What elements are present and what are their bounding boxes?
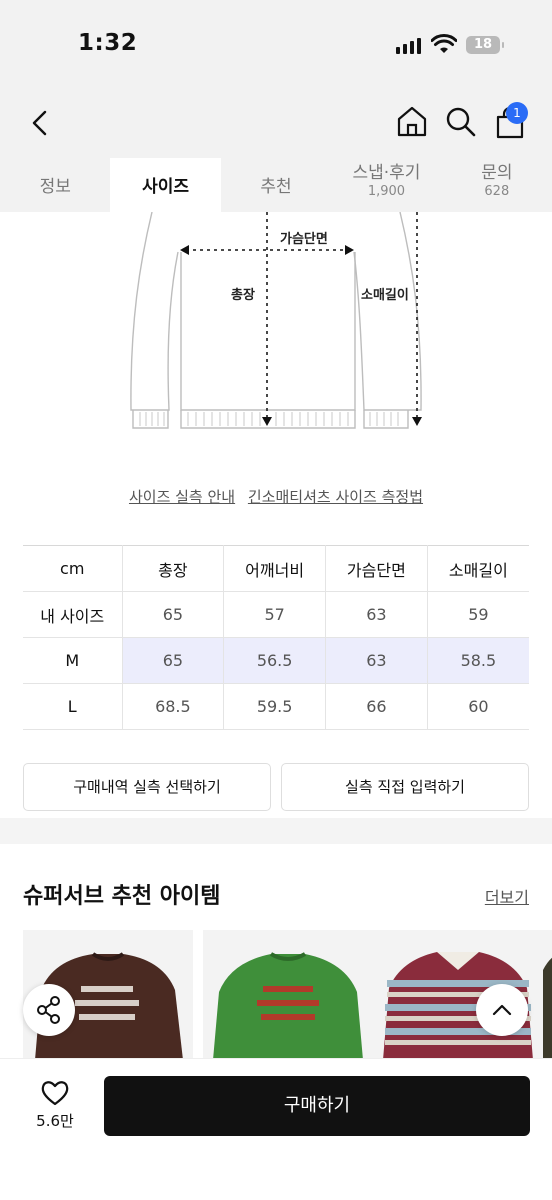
product-image bbox=[543, 957, 552, 1060]
row-label: L bbox=[23, 683, 123, 730]
table-header-row: cm 총장 어깨너비 가슴단면 소매길이 bbox=[23, 545, 529, 592]
table-cell: 58.5 bbox=[426, 637, 529, 684]
product-size-page: 1:32 18 1 정보 사이즈 추천 스냅·후기 1,900 문의 628 가… bbox=[0, 0, 552, 1200]
tab-info[interactable]: 정보 bbox=[0, 158, 110, 212]
table-row-m: M 65 56.5 63 58.5 bbox=[23, 637, 529, 684]
sleeve-label: 소매길이 bbox=[361, 288, 409, 303]
buy-button[interactable]: 구매하기 bbox=[104, 1076, 530, 1136]
chest-label: 가슴단면 bbox=[280, 232, 328, 247]
battery-icon: 18 bbox=[466, 36, 504, 54]
direct-input-button[interactable]: 실측 직접 입력하기 bbox=[281, 763, 529, 811]
status-time: 1:32 bbox=[78, 30, 138, 56]
table-cell: 63 bbox=[325, 591, 428, 638]
table-cell: 65 bbox=[121, 637, 225, 684]
tab-size[interactable]: 사이즈 bbox=[110, 158, 221, 212]
table-cell: 56.5 bbox=[223, 637, 326, 684]
tab-label: 문의 bbox=[481, 163, 513, 183]
back-icon[interactable] bbox=[26, 106, 54, 140]
size-table: cm 총장 어깨너비 가슴단면 소매길이 내 사이즈 65 57 63 59 M… bbox=[23, 545, 529, 730]
tab-label: 정보 bbox=[39, 177, 71, 197]
search-icon[interactable] bbox=[445, 104, 477, 138]
tab-inquiry[interactable]: 문의 628 bbox=[442, 158, 552, 212]
table-cell: 65 bbox=[121, 591, 225, 638]
cart-count-badge: 1 bbox=[506, 102, 528, 124]
more-link[interactable]: 더보기 bbox=[485, 884, 529, 908]
chevron-up-icon bbox=[492, 1004, 512, 1016]
header-cell: 어깨너비 bbox=[223, 545, 326, 592]
tab-count: 628 bbox=[484, 184, 510, 199]
row-label: M bbox=[23, 637, 123, 684]
size-guide-links: 사이즈 실측 안내 긴소매티셔츠 사이즈 측정법 bbox=[0, 486, 552, 507]
scroll-top-button[interactable] bbox=[476, 984, 528, 1036]
section-divider bbox=[0, 818, 552, 844]
tab-count: 1,900 bbox=[367, 184, 406, 199]
length-label: 총장 bbox=[231, 288, 255, 303]
measure-input-buttons: 구매내역 실측 선택하기 실측 직접 입력하기 bbox=[23, 763, 529, 811]
table-cell: 63 bbox=[325, 637, 428, 684]
size-diagram: 가슴단면 총장 소매길이 bbox=[0, 212, 552, 452]
table-cell: 68.5 bbox=[121, 683, 225, 730]
measure-method-link[interactable]: 긴소매티셔츠 사이즈 측정법 bbox=[248, 488, 423, 506]
table-row-l: L 68.5 59.5 66 60 bbox=[23, 683, 529, 730]
tab-label: 추천 bbox=[260, 177, 292, 197]
header-cell: 총장 bbox=[121, 545, 225, 592]
tab-snap-review[interactable]: 스냅·후기 1,900 bbox=[331, 158, 441, 212]
like-count: 5.6만 bbox=[36, 1112, 74, 1130]
shirt-outline-illustration bbox=[130, 212, 422, 429]
select-purchase-history-button[interactable]: 구매내역 실측 선택하기 bbox=[23, 763, 271, 811]
table-cell: 60 bbox=[426, 683, 529, 730]
tab-label: 사이즈 bbox=[142, 177, 190, 197]
tab-recommend[interactable]: 추천 bbox=[221, 158, 331, 212]
top-nav-bar: 1 bbox=[0, 90, 552, 158]
product-image bbox=[213, 952, 363, 1060]
cellular-signal-icon bbox=[396, 38, 421, 54]
share-icon bbox=[37, 996, 60, 1024]
recommend-product-carousel bbox=[23, 930, 552, 1060]
table-cell: 59.5 bbox=[223, 683, 326, 730]
status-bar: 1:32 18 bbox=[0, 0, 552, 90]
row-label: 내 사이즈 bbox=[23, 591, 123, 638]
home-icon[interactable] bbox=[396, 104, 428, 138]
header-cell: 가슴단면 bbox=[325, 545, 428, 592]
product-card[interactable] bbox=[543, 930, 552, 1060]
table-row-my-size: 내 사이즈 65 57 63 59 bbox=[23, 591, 529, 638]
share-button[interactable] bbox=[23, 984, 75, 1036]
recommend-section-title: 슈퍼서브 추천 아이템 bbox=[23, 884, 221, 909]
header-cell: cm bbox=[23, 545, 123, 592]
header-cell: 소매길이 bbox=[426, 545, 529, 592]
tab-label: 스냅·후기 bbox=[352, 163, 421, 183]
product-tabs: 정보 사이즈 추천 스냅·후기 1,900 문의 628 bbox=[0, 158, 552, 212]
wifi-icon bbox=[431, 34, 457, 53]
table-cell: 66 bbox=[325, 683, 428, 730]
table-cell: 57 bbox=[223, 591, 326, 638]
size-measure-guide-link[interactable]: 사이즈 실측 안내 bbox=[129, 488, 235, 506]
table-cell: 59 bbox=[426, 591, 529, 638]
product-card[interactable] bbox=[203, 930, 373, 1060]
heart-icon[interactable] bbox=[40, 1079, 70, 1107]
